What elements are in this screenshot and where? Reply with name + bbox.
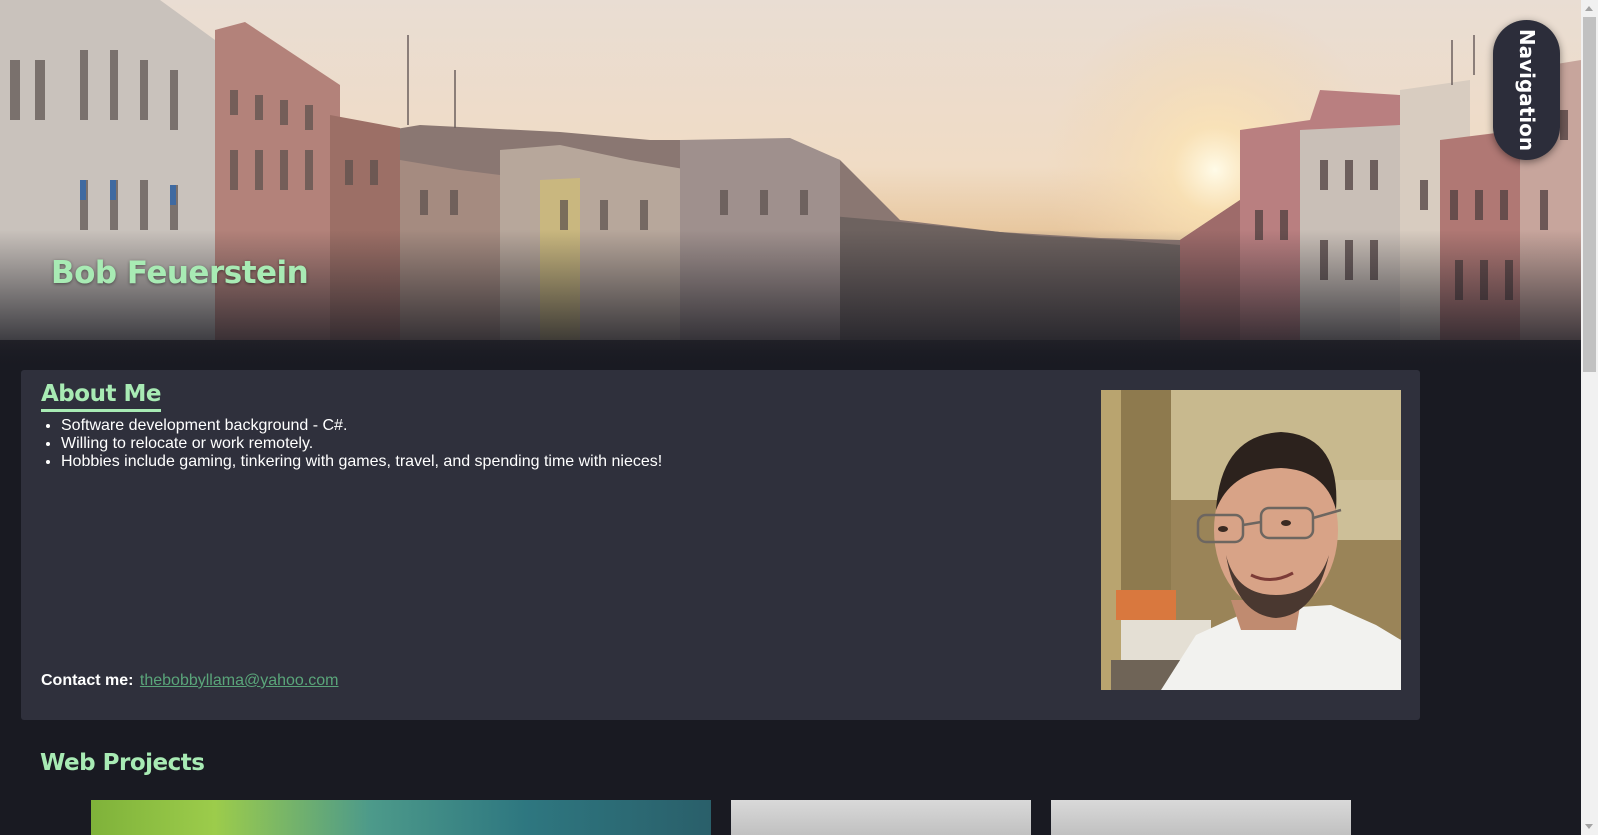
about-me-heading: About Me [41,380,161,412]
list-item: Software development background - C#. [61,417,662,435]
project-thumbnail[interactable] [1051,800,1351,835]
navigation-label: Navigation [1514,28,1539,152]
page: Bob Feuerstein Navigation About Me Softw… [0,0,1598,835]
about-me-list: Software development background - C#. Wi… [41,417,662,471]
navigation-button[interactable]: Navigation [1493,20,1560,160]
scroll-up-arrow-icon[interactable] [1581,0,1598,17]
portrait-image [1101,390,1401,690]
contact-line: Contact me: thebobbyllama@yahoo.com [41,672,338,690]
venice-cityscape-image [0,0,1581,370]
list-item: Willing to relocate or work remotely. [61,435,662,453]
contact-label: Contact me: [41,672,134,689]
vertical-scrollbar[interactable] [1581,0,1598,835]
scrollbar-thumb[interactable] [1583,17,1596,372]
about-me-card: About Me Software development background… [21,370,1420,720]
project-thumbnail[interactable] [731,800,1031,835]
page-title: Bob Feuerstein [51,255,309,291]
scroll-down-arrow-icon[interactable] [1581,818,1598,835]
list-item: Hobbies include gaming, tinkering with g… [61,453,662,471]
project-thumbnail[interactable] [91,800,711,835]
hero-banner: Bob Feuerstein [0,0,1581,370]
contact-email-link[interactable]: thebobbyllama@yahoo.com [140,672,339,689]
web-projects-heading: Web Projects [40,750,205,776]
